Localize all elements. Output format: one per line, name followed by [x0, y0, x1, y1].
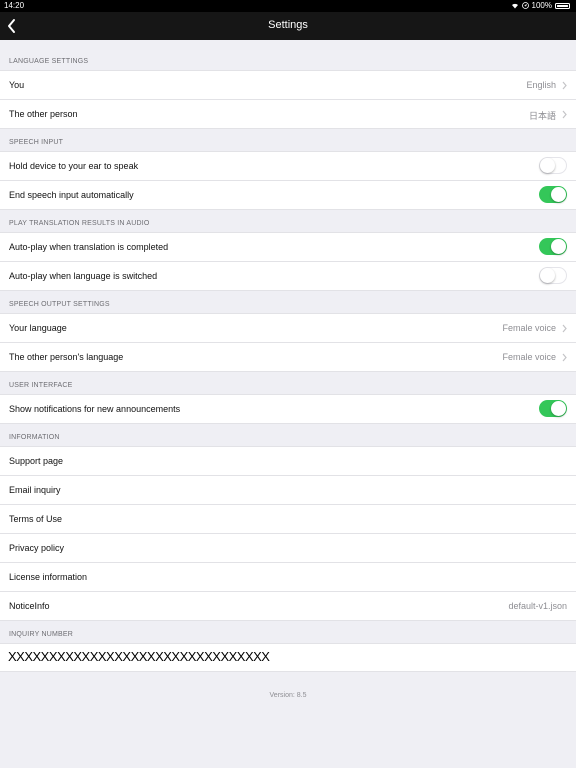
row-terms-of-use[interactable]: Terms of Use: [0, 505, 576, 534]
row-label: The other person's language: [9, 352, 124, 362]
row-label: Terms of Use: [9, 514, 63, 524]
chevron-right-icon: [562, 324, 567, 333]
row-label: Email inquiry: [9, 485, 61, 495]
row-label: Support page: [9, 456, 64, 466]
row-value: Female voice: [502, 323, 556, 333]
section-header-inquiry-number: INQUIRY NUMBER: [9, 631, 73, 638]
autoplay-complete-toggle[interactable]: [539, 238, 567, 255]
battery-icon: [555, 2, 570, 9]
hold-to-ear-toggle[interactable]: [539, 157, 567, 174]
notifications-toggle[interactable]: [539, 400, 567, 417]
row-label: You: [9, 80, 25, 90]
row-label: Auto-play when language is switched: [9, 271, 158, 281]
row-value: 日本語: [528, 111, 556, 121]
inquiry-number-value: XXXXXXXXXXXXXXXXXXXXXXXXXXXXXXXX: [8, 649, 270, 664]
row-end-speech-auto: End speech input automatically: [0, 181, 576, 210]
row-value: English: [526, 80, 556, 90]
chevron-right-icon: [562, 110, 567, 119]
row-your-voice[interactable]: Your language Female voice: [0, 314, 576, 343]
chevron-right-icon: [562, 81, 567, 90]
section-header-language: LANGUAGE SETTINGS: [9, 58, 89, 65]
settings-list: LANGUAGE SETTINGS You English The other …: [0, 40, 576, 699]
row-label: End speech input automatically: [9, 190, 134, 200]
row-autoplay-complete: Auto-play when translation is completed: [0, 233, 576, 262]
row-label: License information: [9, 572, 88, 582]
page-title: Settings: [268, 19, 308, 31]
chevron-right-icon: [562, 353, 567, 362]
toggle-knob: [551, 187, 566, 202]
row-label: The other person: [9, 109, 78, 119]
section-header-information: INFORMATION: [9, 434, 60, 441]
row-label: NoticeInfo: [9, 601, 50, 611]
battery-percent: 100%: [531, 1, 552, 10]
row-label: Auto-play when translation is completed: [9, 242, 169, 252]
location-icon: [521, 2, 529, 9]
row-other-voice[interactable]: The other person's language Female voice: [0, 343, 576, 372]
row-license-info[interactable]: License information: [0, 563, 576, 592]
section-header-play-audio: PLAY TRANSLATION RESULTS IN AUDIO: [9, 220, 150, 227]
row-autoplay-switch: Auto-play when language is switched: [0, 262, 576, 291]
toggle-knob: [551, 239, 566, 254]
row-value: default-v1.json: [508, 601, 567, 611]
inquiry-number-row: XXXXXXXXXXXXXXXXXXXXXXXXXXXXXXXX: [0, 643, 576, 672]
toggle-knob: [540, 268, 555, 283]
section-header-speech-output: SPEECH OUTPUT SETTINGS: [9, 301, 110, 308]
row-support-page[interactable]: Support page: [0, 447, 576, 476]
section-header-speech-input: SPEECH INPUT: [9, 139, 64, 146]
status-icons: 100%: [511, 1, 570, 10]
end-speech-auto-toggle[interactable]: [539, 186, 567, 203]
row-label: Hold device to your ear to speak: [9, 161, 139, 171]
version-label: Version: 8.5: [269, 692, 307, 699]
status-bar: 14:20 100%: [0, 0, 576, 12]
row-label: Privacy policy: [9, 543, 65, 553]
row-you-language[interactable]: You English: [0, 71, 576, 100]
navigation-bar: Settings: [0, 12, 576, 40]
section-header-user-interface: USER INTERFACE: [9, 382, 73, 389]
row-notifications: Show notifications for new announcements: [0, 395, 576, 424]
autoplay-switch-toggle[interactable]: [539, 267, 567, 284]
toggle-knob: [540, 158, 555, 173]
row-email-inquiry[interactable]: Email inquiry: [0, 476, 576, 505]
row-value: Female voice: [502, 352, 556, 362]
row-notice-info: NoticeInfo default-v1.json: [0, 592, 576, 621]
row-hold-to-ear: Hold device to your ear to speak: [0, 152, 576, 181]
toggle-knob: [551, 401, 566, 416]
wifi-icon: [511, 3, 518, 9]
row-label: Show notifications for new announcements: [9, 404, 181, 414]
row-label: Your language: [9, 323, 67, 333]
row-privacy-policy[interactable]: Privacy policy: [0, 534, 576, 563]
status-time: 14:20: [4, 1, 25, 10]
row-other-person-language[interactable]: The other person 日本語: [0, 100, 576, 129]
